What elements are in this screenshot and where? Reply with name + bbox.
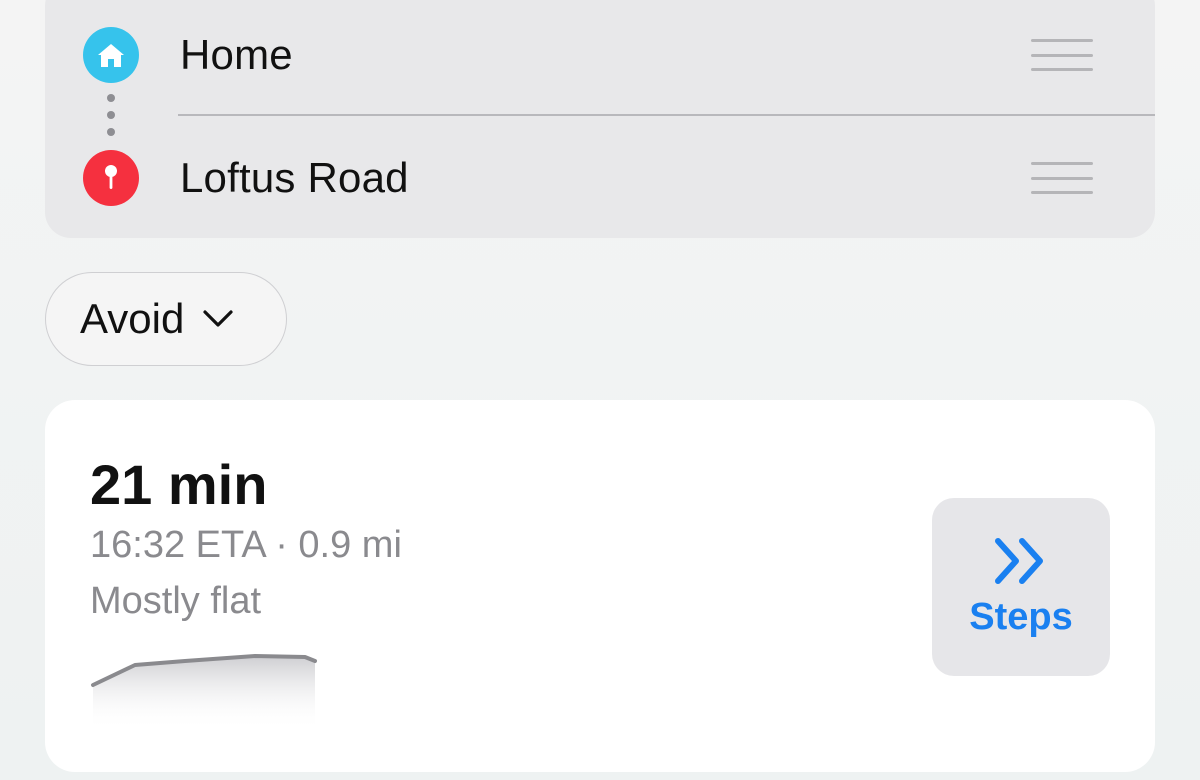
avoid-label: Avoid <box>80 295 185 342</box>
waypoint-label-destination: Loftus Road <box>180 154 409 201</box>
waypoint-divider <box>178 114 1155 116</box>
waypoint-row-destination[interactable]: Loftus Road <box>45 118 1155 238</box>
drag-handle-icon[interactable] <box>1031 162 1093 194</box>
route-terrain: Mostly flat <box>90 580 262 622</box>
drag-handle-icon[interactable] <box>1031 39 1093 71</box>
steps-label: Steps <box>969 595 1073 638</box>
elevation-profile-graph <box>91 654 317 730</box>
steps-button[interactable]: Steps <box>932 498 1110 676</box>
route-duration: 21 min <box>90 453 268 516</box>
waypoint-row-home[interactable]: Home <box>45 0 1155 115</box>
waypoint-label-home: Home <box>180 31 293 78</box>
route-eta-distance: 16:32 ETA · 0.9 mi <box>90 524 402 566</box>
house-icon <box>83 27 139 83</box>
waypoints-card: Home Loftus Road <box>45 0 1155 238</box>
map-pin-icon <box>83 150 139 206</box>
chevron-down-icon <box>203 310 233 327</box>
double-chevron-right-icon <box>995 537 1043 584</box>
avoid-dropdown-button[interactable]: Avoid <box>45 272 287 366</box>
route-option-card[interactable]: 21 min 16:32 ETA · 0.9 mi Mostly flat St… <box>45 400 1155 772</box>
